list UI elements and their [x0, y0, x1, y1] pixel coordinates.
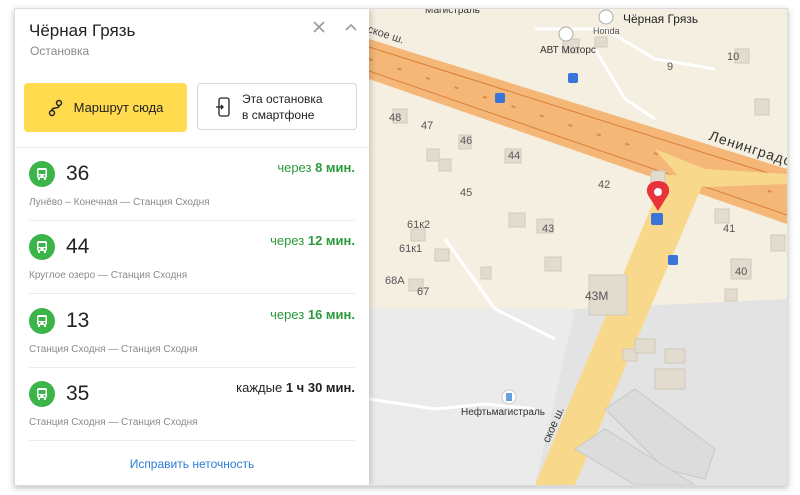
close-icon: [313, 21, 325, 33]
route-stops: Круглое озеро — Станция Сходня: [29, 270, 188, 281]
report-inaccuracy-link[interactable]: Исправить неточность: [15, 443, 369, 485]
route-here-label: Маршрут сюда: [73, 100, 164, 115]
arrival-time: через 16 мин.: [270, 307, 355, 322]
interval-time: каждые 1 ч 30 мин.: [236, 380, 355, 395]
route-stops: Станция Сходня — Станция Сходня: [29, 417, 198, 428]
send-to-phone-line2: в смартфоне: [242, 107, 315, 122]
send-to-phone-text: Эта остановка в смартфоне: [242, 91, 323, 123]
route-stops: Станция Сходня — Станция Сходня: [29, 344, 198, 355]
arrival-label: через: [277, 160, 312, 175]
bus-icon: [29, 381, 55, 407]
route-row-13[interactable]: 13 через 16 мин. Станция Сходня — Станци…: [15, 295, 369, 368]
selected-stop-marker[interactable]: [651, 213, 663, 225]
app-window: Чёрная Грязь Honda АВТ Моторс Магистраль…: [14, 8, 788, 486]
car-dealer-icon[interactable]: [558, 26, 574, 42]
send-to-phone-button[interactable]: Эта остановка в смартфоне: [197, 83, 357, 130]
arrival-label: через: [270, 307, 305, 322]
close-button[interactable]: [307, 15, 331, 39]
honda-icon[interactable]: [598, 9, 614, 25]
route-row-35[interactable]: 35 каждые 1 ч 30 мин. Станция Сходня — С…: [15, 368, 369, 441]
route-row-44[interactable]: 44 через 12 мин. Круглое озеро — Станция…: [15, 221, 369, 294]
collapse-button[interactable]: [339, 15, 363, 39]
chevron-up-icon: [345, 23, 357, 31]
route-here-button[interactable]: Маршрут сюда: [24, 83, 187, 132]
route-number: 13: [66, 309, 90, 332]
arrival-value: 8 мин.: [315, 160, 355, 175]
stop-subtitle: Остановка: [30, 44, 90, 58]
arrival-label: через: [270, 233, 305, 248]
route-icon: [48, 99, 62, 116]
arrival-time: через 8 мин.: [277, 160, 355, 175]
stop-card-panel: Чёрная Грязь Остановка Маршрут сюда Эта …: [15, 9, 369, 485]
route-number: 44: [66, 235, 90, 258]
stop-title: Чёрная Грязь: [29, 21, 136, 40]
route-number: 35: [66, 382, 90, 405]
route-number: 36: [66, 162, 90, 185]
arrival-value: 12 мин.: [307, 233, 355, 248]
bus-icon: [29, 308, 55, 334]
send-to-phone-line1: Эта остановка: [242, 91, 323, 106]
bus-icon: [29, 161, 55, 187]
bus-icon: [29, 234, 55, 260]
arrival-value: 16 мин.: [307, 307, 355, 322]
interval-value: 1 ч 30 мин.: [285, 380, 355, 395]
arrival-time: через 12 мин.: [270, 233, 355, 248]
phone-icon: [216, 96, 230, 117]
interval-label: каждые: [236, 380, 283, 395]
route-row-36[interactable]: 36 через 8 мин. Лунёво – Конечная — Стан…: [15, 148, 369, 221]
route-stops: Лунёво – Конечная — Станция Сходня: [29, 197, 210, 208]
